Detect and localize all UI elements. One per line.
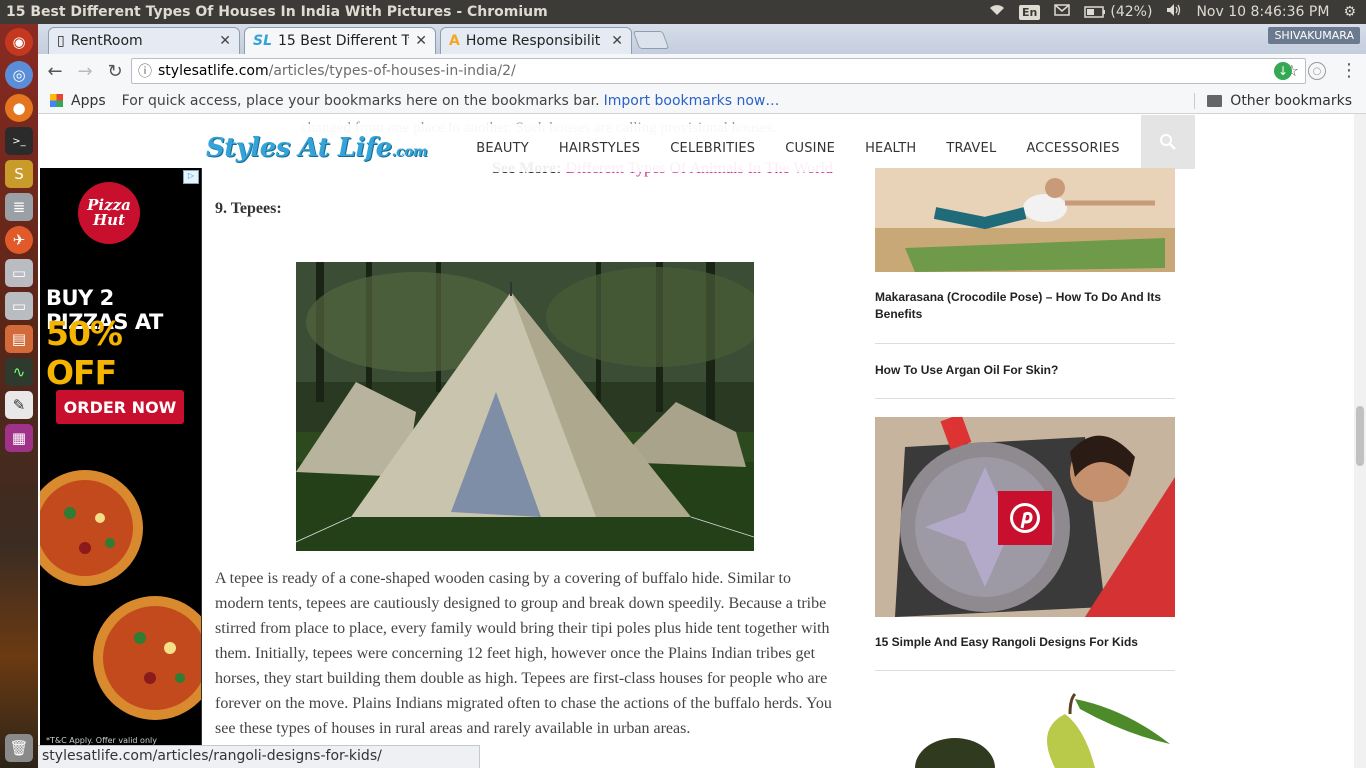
forward-button[interactable]: → [72, 58, 98, 84]
drive-icon-2[interactable]: ▭ [5, 292, 33, 320]
tab-label: Home Responsibilit [465, 33, 601, 49]
nav-health[interactable]: HEALTH [850, 141, 931, 156]
ad-discount: 50% OFF [46, 314, 123, 392]
bookmarks-hint: For quick access, place your bookmarks h… [121, 92, 600, 109]
other-bookmarks-folder[interactable]: Other bookmarks [1194, 92, 1352, 109]
chromium-icon[interactable]: ◎ [5, 61, 33, 89]
divider [875, 343, 1175, 344]
sidebar-title-rangoli[interactable]: 15 Simple And Easy Rangoli Designs For K… [875, 634, 1175, 651]
sublime-text-icon[interactable]: S [5, 160, 33, 188]
browser-tab-strip: ▯ RentRoom ✕ SL 15 Best Different Ty ✕ A… [38, 24, 1366, 54]
folder-icon [1207, 94, 1223, 107]
ad-terms: *T&C Apply. Offer valid only [46, 736, 157, 745]
reload-button[interactable]: ↻ [102, 58, 128, 84]
tepee-image[interactable] [296, 262, 754, 551]
battery-percent: (42%) [1110, 4, 1153, 20]
divider [875, 670, 1175, 671]
close-icon[interactable]: ✕ [219, 33, 231, 49]
site-nav: BEAUTY HAIRSTYLES CELEBRITIES CUSINE HEA… [461, 141, 1134, 156]
divider [875, 398, 1175, 399]
sidebar-image-makarasana[interactable] [875, 168, 1175, 272]
firefox-icon[interactable]: ● [5, 94, 33, 122]
apps-label: Apps [71, 92, 106, 109]
status-bar-url: stylesatlife.com/articles/rangoli-design… [38, 745, 480, 768]
gear-icon[interactable]: ⚙ [1343, 4, 1356, 20]
text-editor-icon[interactable]: ✎ [5, 391, 33, 419]
tab-label: RentRoom [70, 33, 143, 49]
mail-icon[interactable] [1054, 4, 1071, 20]
address-bar[interactable]: ⓘ stylesatlife.com/articles/types-of-hou… [131, 58, 1306, 84]
scrollbar-thumb[interactable] [1356, 406, 1364, 466]
wifi-icon[interactable] [989, 4, 1005, 20]
page-scrollbar[interactable] [1354, 114, 1366, 768]
sidebar-image-pear[interactable] [875, 689, 1175, 768]
close-icon[interactable]: ✕ [611, 33, 623, 49]
new-tab-button[interactable] [632, 31, 670, 49]
site-logo[interactable]: Styles At Life.com [206, 133, 428, 163]
adchoices-icon[interactable]: ▷ [183, 170, 199, 184]
pizza-hut-logo: Pizza Hut [78, 182, 140, 244]
tab-home-responsibility[interactable]: A Home Responsibilit ✕ [440, 27, 632, 54]
pizza-hut-ad[interactable]: ▷ Pizza Hut BUY 2 PIZZAS AT 50% OFF ORDE… [40, 168, 202, 768]
browser-toolbar: ← → ↻ ⓘ stylesatlife.com/articles/types-… [38, 54, 1366, 88]
window-title: 15 Best Different Types Of Houses In Ind… [6, 4, 548, 20]
profile-button[interactable]: SHIVAKUMARA [1268, 27, 1360, 44]
sidebar-image-rangoli[interactable] [875, 417, 1175, 617]
software-center-icon[interactable]: ▦ [5, 424, 33, 452]
site-header: Styles At Life.com BEAUTY HAIRSTYLES CEL… [200, 115, 1195, 172]
search-icon[interactable] [1141, 115, 1195, 169]
section-heading: 9. Tepees: [215, 200, 282, 217]
page-icon: ▯ [57, 33, 65, 49]
pizza-image [40, 470, 201, 720]
order-now-button[interactable]: ORDER NOW [56, 390, 184, 424]
stylesatlife-favicon-icon: SL [253, 33, 273, 49]
volume-icon[interactable] [1166, 3, 1182, 21]
keyboard-layout-indicator[interactable]: En [1019, 4, 1041, 20]
drive-icon[interactable]: ▭ [5, 259, 33, 287]
import-bookmarks-link[interactable]: Import bookmarks now… [604, 93, 780, 109]
sidebar-title-argan-oil[interactable]: How To Use Argan Oil For Skin? [875, 362, 1175, 379]
sidebar-title-makarasana[interactable]: Makarasana (Crocodile Pose) – How To Do … [875, 289, 1175, 323]
apps-shortcut[interactable]: Apps [38, 93, 106, 109]
database-icon[interactable]: ≣ [5, 193, 33, 221]
ubuntu-dash-icon[interactable]: ◉ [5, 28, 33, 56]
ubuntu-launcher: ◉ ◎ ● >_ S ≣ ✈ ▭ ▭ ▤ ∿ ✎ ▦ 🗑 [0, 24, 38, 768]
postman-icon[interactable]: ✈ [5, 226, 33, 254]
extension-icon[interactable]: ○ [1308, 62, 1326, 80]
favicon-icon: A [449, 33, 460, 49]
tab-label: 15 Best Different Ty [278, 33, 410, 49]
nav-cusine[interactable]: CUSINE [770, 141, 850, 156]
apps-grid-icon [50, 94, 63, 107]
other-bookmarks-label: Other bookmarks [1230, 92, 1352, 109]
nav-beauty[interactable]: BEAUTY [461, 141, 544, 156]
nav-celebrities[interactable]: CELEBRITIES [655, 141, 770, 156]
system-monitor-icon[interactable]: ∿ [5, 358, 33, 386]
system-top-panel: 15 Best Different Types Of Houses In Ind… [0, 0, 1366, 24]
clock[interactable]: Nov 10 8:46:36 PM [1196, 4, 1329, 20]
logo-suffix: .com [391, 144, 428, 160]
info-icon[interactable]: ⓘ [138, 61, 152, 81]
nav-travel[interactable]: TRAVEL [931, 141, 1011, 156]
battery-indicator[interactable]: (42%) [1084, 4, 1152, 20]
tab-rentroom[interactable]: ▯ RentRoom ✕ [48, 27, 240, 54]
nav-hairstyles[interactable]: HAIRSTYLES [544, 141, 655, 156]
url-host: stylesatlife.com [158, 63, 269, 79]
close-icon[interactable]: ✕ [415, 33, 427, 49]
trash-icon[interactable]: 🗑 [5, 734, 33, 762]
web-page: changed from one place to another. Such … [38, 114, 1354, 768]
logo-text: Styles At Life [206, 133, 392, 163]
download-extension-icon[interactable]: ↓ [1274, 62, 1292, 80]
pinterest-icon[interactable] [998, 491, 1052, 545]
article-paragraph: A tepee is ready of a cone-shaped wooden… [215, 570, 832, 737]
nav-accessories[interactable]: ACCESSORIES [1011, 141, 1134, 156]
browser-menu-button[interactable]: ⋮ [1340, 60, 1358, 81]
url-path: /articles/types-of-houses-in-india/2/ [268, 63, 516, 79]
back-button[interactable]: ← [42, 58, 68, 84]
bookmarks-bar: Apps For quick access, place your bookma… [38, 88, 1366, 114]
terminal-icon[interactable]: >_ [5, 127, 33, 155]
tab-types-of-houses[interactable]: SL 15 Best Different Ty ✕ [244, 27, 436, 54]
archive-icon[interactable]: ▤ [5, 325, 33, 353]
battery-icon [1084, 6, 1106, 18]
